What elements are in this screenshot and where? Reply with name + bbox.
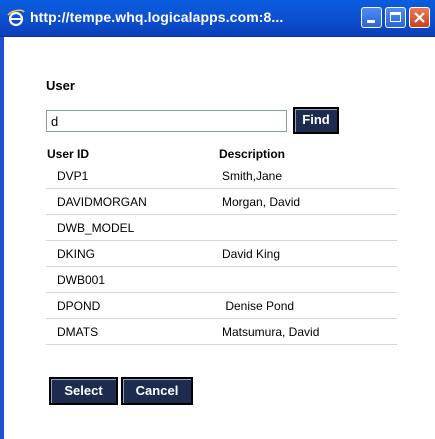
- select-button[interactable]: Select: [49, 377, 118, 405]
- cell-description: Smith,Jane: [222, 169, 283, 183]
- minimize-button[interactable]: [361, 7, 382, 28]
- user-heading: User: [46, 78, 75, 93]
- cancel-button[interactable]: Cancel: [121, 377, 193, 405]
- cell-user-id: DMATS: [57, 325, 99, 339]
- results-table: DVP1 Smith,Jane DAVIDMORGAN Morgan, Davi…: [46, 163, 397, 345]
- user-search-input[interactable]: [46, 110, 287, 132]
- internet-explorer-icon: [7, 9, 25, 27]
- close-icon: [414, 12, 425, 23]
- cell-user-id: DWB001: [57, 273, 106, 287]
- window-title: http://tempe.whq.logicalapps.com:8...: [30, 9, 284, 25]
- column-header-description: Description: [219, 147, 286, 161]
- column-header-user-id: User ID: [47, 147, 90, 161]
- cell-user-id: DPOND: [57, 299, 101, 313]
- cell-description: Matsumura, David: [222, 325, 320, 339]
- cell-description: Denise Pond: [222, 299, 295, 313]
- cell-user-id: DAVIDMORGAN: [57, 195, 147, 209]
- table-row[interactable]: DPOND Denise Pond: [46, 293, 397, 319]
- cell-user-id: DWB_MODEL: [57, 221, 135, 235]
- cell-user-id: DKING: [57, 247, 96, 261]
- window-left-border: [0, 37, 4, 439]
- table-row[interactable]: DWB001: [46, 267, 397, 293]
- find-button[interactable]: Find: [293, 107, 339, 134]
- table-row[interactable]: DAVIDMORGAN Morgan, David: [46, 189, 397, 215]
- table-row[interactable]: DMATS Matsumura, David: [46, 319, 397, 345]
- window-titlebar[interactable]: http://tempe.whq.logicalapps.com:8...: [0, 0, 435, 37]
- table-row[interactable]: DVP1 Smith,Jane: [46, 163, 397, 189]
- table-row[interactable]: DKING David King: [46, 241, 397, 267]
- cell-user-id: DVP1: [57, 169, 89, 183]
- table-row[interactable]: DWB_MODEL: [46, 215, 397, 241]
- maximize-button[interactable]: [385, 7, 406, 28]
- cell-description: David King: [222, 247, 281, 261]
- cell-description: Morgan, David: [222, 195, 301, 209]
- close-button[interactable]: [409, 7, 430, 28]
